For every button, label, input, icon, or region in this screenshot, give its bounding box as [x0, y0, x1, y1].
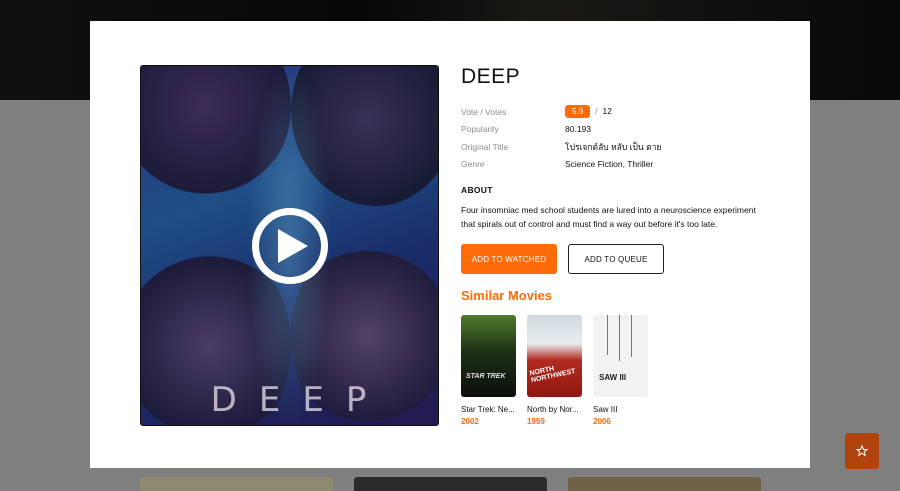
- similar-movie-poster[interactable]: NORTH NORTHWEST: [527, 315, 582, 397]
- similar-movie-title: Star Trek: Ne...: [461, 405, 515, 414]
- play-icon: [278, 229, 308, 263]
- background-movie-card: [354, 477, 547, 491]
- about-heading: ABOUT: [461, 185, 493, 195]
- background-movie-card: [568, 477, 761, 491]
- votes-count: 12: [602, 106, 612, 117]
- background-movie-card: [140, 477, 333, 491]
- vote-separator: /: [595, 106, 598, 117]
- about-text: Four insomniac med school students are l…: [461, 205, 756, 229]
- action-buttons: ADD TO WATCHED ADD TO QUEUE: [461, 244, 771, 274]
- original-title-row: Original Title โปรเจกต์ลับ หลับ เป็น ตาย: [461, 138, 771, 156]
- poster-text: NORTH NORTHWEST: [529, 365, 577, 385]
- vote-label: Vote / Votes: [461, 106, 507, 117]
- movie-poster[interactable]: DEEP: [140, 65, 439, 426]
- movie-title: DEEP: [461, 65, 521, 88]
- movie-details-modal: DEEP DEEP Vote / Votes 5.9 / 12 Popularity…: [90, 21, 810, 468]
- poster-text: SAW III: [599, 373, 627, 382]
- similar-movie-card[interactable]: NORTH NORTHWEST North by Nor... 1959: [527, 315, 582, 426]
- vote-row: Vote / Votes 5.9 / 12: [461, 103, 771, 121]
- original-title-label: Original Title: [461, 141, 509, 152]
- poster-chain: [631, 315, 632, 357]
- genre-label: Genre: [461, 159, 485, 170]
- movie-info: DEEP Vote / Votes 5.9 / 12 Popularity 80.1…: [461, 65, 771, 426]
- vote-value: 5.9 / 12: [565, 105, 612, 119]
- popularity-value: 80.193: [565, 124, 591, 135]
- poster-title: DEEP: [210, 380, 389, 420]
- similar-movie-year: 1959: [527, 417, 545, 426]
- star-icon: [856, 445, 868, 457]
- similar-movie-card[interactable]: STAR TREK Star Trek: Ne... 2002: [461, 315, 516, 426]
- add-to-queue-button[interactable]: ADD TO QUEUE: [568, 244, 664, 274]
- genre-value: Science Fiction, Thriller: [565, 159, 654, 170]
- poster-chain: [607, 315, 608, 355]
- similar-movies-heading: Similar Movies: [461, 288, 553, 303]
- similar-movie-card[interactable]: SAW III Saw III 2006: [593, 315, 648, 426]
- similar-movie-poster[interactable]: SAW III: [593, 315, 648, 397]
- similar-movie-year: 2006: [593, 417, 611, 426]
- genre-row: Genre Science Fiction, Thriller: [461, 156, 771, 174]
- vote-badge: 5.9: [565, 105, 591, 119]
- add-to-watched-button[interactable]: ADD TO WATCHED: [461, 244, 557, 274]
- popularity-label: Popularity: [461, 124, 499, 135]
- similar-movie-poster[interactable]: STAR TREK: [461, 315, 516, 397]
- movie-properties: Vote / Votes 5.9 / 12 Popularity 80.193 Or…: [461, 103, 771, 173]
- similar-movie-year: 2002: [461, 417, 479, 426]
- play-trailer-button[interactable]: [252, 208, 328, 284]
- poster-text: STAR TREK: [466, 373, 506, 380]
- poster-chain: [619, 315, 620, 361]
- original-title-value: โปรเจกต์ลับ หลับ เป็น ตาย: [565, 141, 662, 152]
- popularity-row: Popularity 80.193: [461, 121, 771, 139]
- similar-movie-title: North by Nor...: [527, 405, 579, 414]
- similar-movie-title: Saw III: [593, 405, 618, 414]
- scroll-top-button[interactable]: [845, 433, 879, 469]
- similar-movies-list: STAR TREK Star Trek: Ne... 2002 NORTH NO…: [461, 315, 771, 426]
